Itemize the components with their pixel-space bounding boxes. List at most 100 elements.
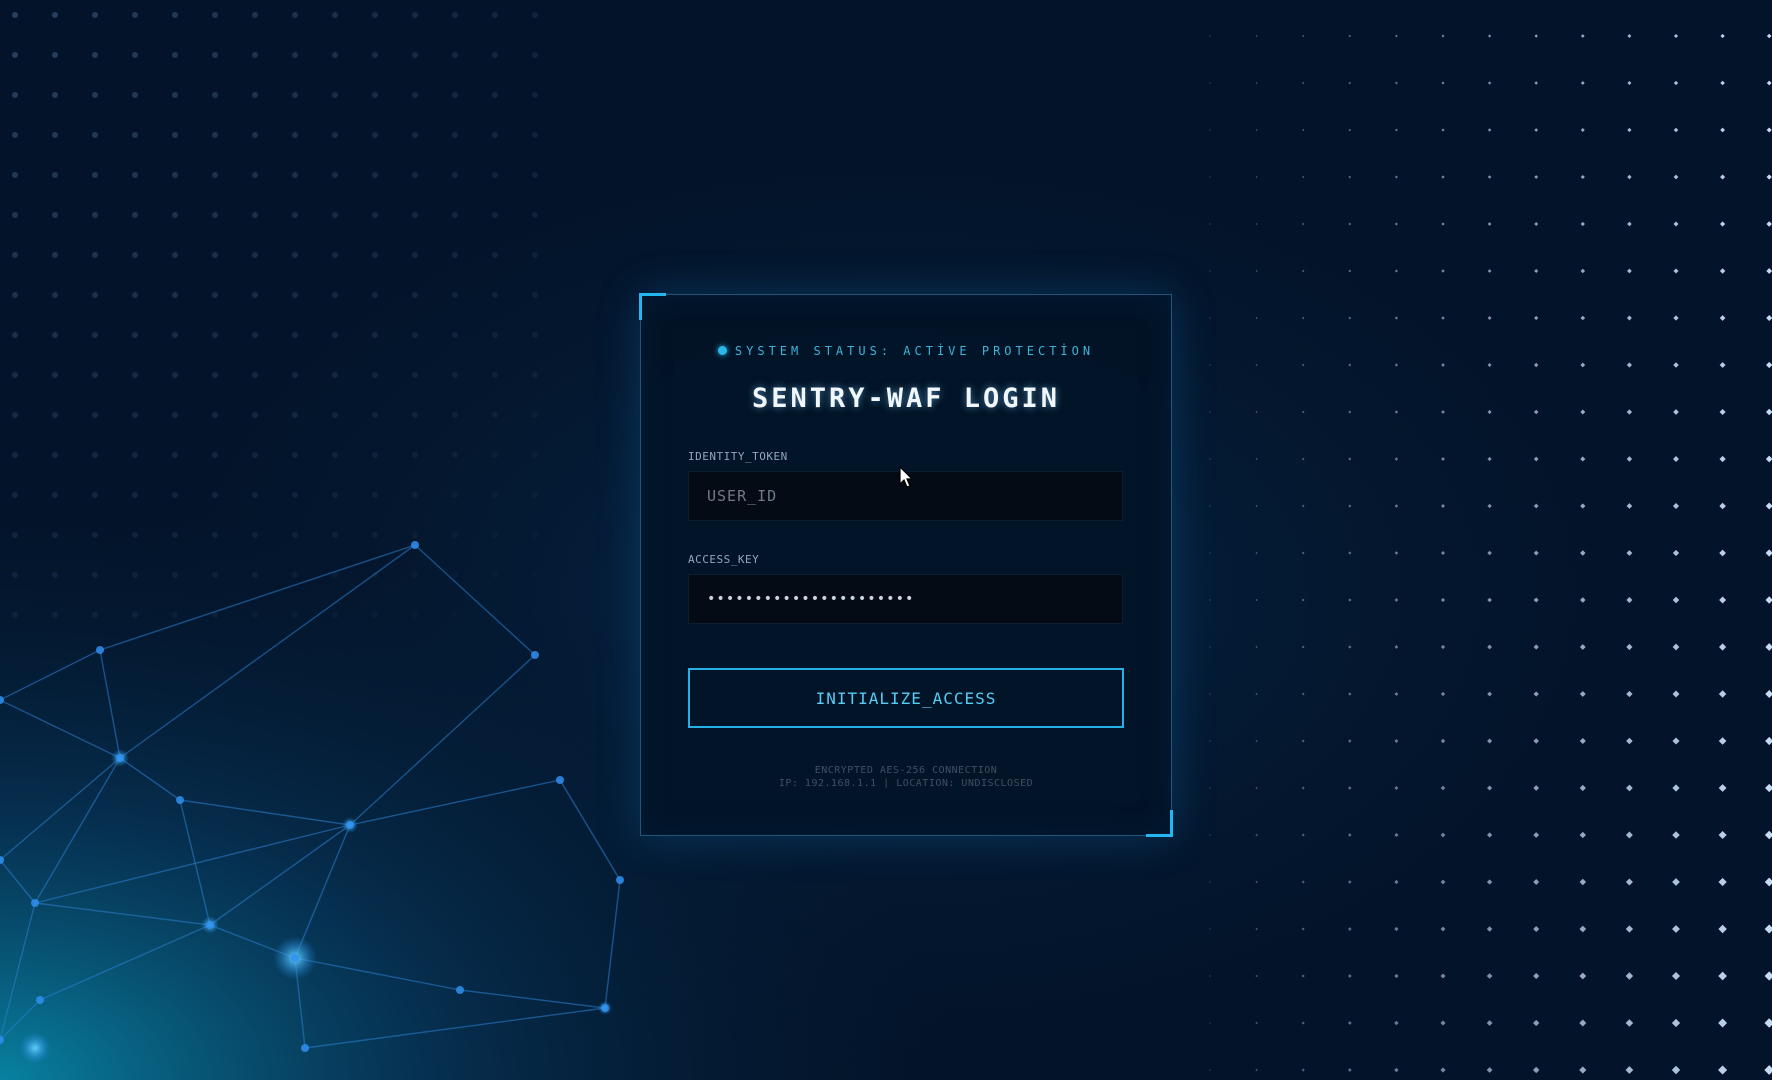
background-dot [52, 332, 58, 338]
background-dot [452, 372, 458, 378]
background-dot [412, 492, 418, 498]
background-dot [212, 292, 218, 298]
access-key-label: ACCESS_KEY [688, 553, 760, 566]
background-dot [92, 52, 98, 58]
background-dot [92, 92, 98, 98]
network-node [531, 651, 539, 659]
background-dot [492, 572, 498, 578]
background-dot [92, 132, 98, 138]
background-dot [172, 292, 178, 298]
background-dot [132, 52, 138, 58]
background-dot [372, 212, 378, 218]
background-dot [52, 212, 58, 218]
identity-token-label: IDENTITY_TOKEN [688, 450, 788, 463]
background-dot [132, 492, 138, 498]
background-dot [292, 52, 298, 58]
network-node [411, 541, 419, 549]
background-dot [212, 572, 218, 578]
background-dot [372, 612, 378, 618]
background-dot [12, 332, 18, 338]
background-dot [292, 532, 298, 538]
background-dot [172, 332, 178, 338]
background-dot [172, 572, 178, 578]
connection-info: ENCRYPTED AES-256 CONNECTION IP: 192.168… [641, 764, 1171, 790]
background-dot [12, 132, 18, 138]
background-dot [172, 492, 178, 498]
background-dot [532, 212, 538, 218]
network-node [96, 646, 104, 654]
background-dot [12, 92, 18, 98]
background-dot [52, 532, 58, 538]
background-dot [412, 372, 418, 378]
access-key-input[interactable] [688, 574, 1123, 624]
background-dot [452, 612, 458, 618]
background-dot [12, 612, 18, 618]
network-node [346, 821, 354, 829]
background-dot [292, 452, 298, 458]
background-dot [252, 492, 258, 498]
background-dot [212, 92, 218, 98]
background-dot [252, 172, 258, 178]
background-dot [452, 292, 458, 298]
background-dot [252, 332, 258, 338]
background-dot [92, 572, 98, 578]
background-dot [212, 332, 218, 338]
background-dot [292, 172, 298, 178]
background-dot [452, 12, 458, 18]
background-dot [372, 532, 378, 538]
background-dot [412, 452, 418, 458]
background-dot [292, 372, 298, 378]
background-dot [332, 212, 338, 218]
background-dot [412, 172, 418, 178]
background-dot [52, 412, 58, 418]
background-dot [412, 292, 418, 298]
background-dot [132, 252, 138, 258]
background-dot [492, 212, 498, 218]
background-dot [132, 572, 138, 578]
background-dot [92, 412, 98, 418]
background-dot [532, 612, 538, 618]
network-node [301, 1044, 309, 1052]
background-dot [92, 372, 98, 378]
background-dot [452, 412, 458, 418]
background-dot [172, 172, 178, 178]
background-dot [332, 92, 338, 98]
background-dot [532, 452, 538, 458]
background-dot [532, 292, 538, 298]
network-node [616, 876, 624, 884]
background-dot [92, 172, 98, 178]
background-dot [332, 412, 338, 418]
background-dot [12, 452, 18, 458]
background-dot [412, 532, 418, 538]
background-dot [252, 212, 258, 218]
background-dot [372, 52, 378, 58]
background-dot [132, 12, 138, 18]
background-dot [92, 532, 98, 538]
background-dot [172, 372, 178, 378]
background-dot [52, 252, 58, 258]
background-dot [52, 132, 58, 138]
background-dot [252, 612, 258, 618]
initialize-access-button[interactable]: INITIALIZE_ACCESS [688, 668, 1124, 728]
background-dot [452, 492, 458, 498]
background-dot [12, 292, 18, 298]
network-node [556, 776, 564, 784]
background-dot [252, 12, 258, 18]
background-dot [92, 492, 98, 498]
background-dot [412, 52, 418, 58]
background-dot [452, 52, 458, 58]
background-dot [52, 12, 58, 18]
background-dot [332, 532, 338, 538]
system-status-text: SYSTEM STATUS: ACTİVE PROTECTİON [734, 344, 1095, 358]
background-dot [492, 132, 498, 138]
background-dot [292, 332, 298, 338]
background-dot [412, 212, 418, 218]
background-dot [172, 612, 178, 618]
background-dot [252, 132, 258, 138]
background-dot [212, 532, 218, 538]
background-dot [332, 452, 338, 458]
background-dot [372, 492, 378, 498]
background-dot [372, 452, 378, 458]
background-dot [412, 132, 418, 138]
network-node [456, 986, 464, 994]
